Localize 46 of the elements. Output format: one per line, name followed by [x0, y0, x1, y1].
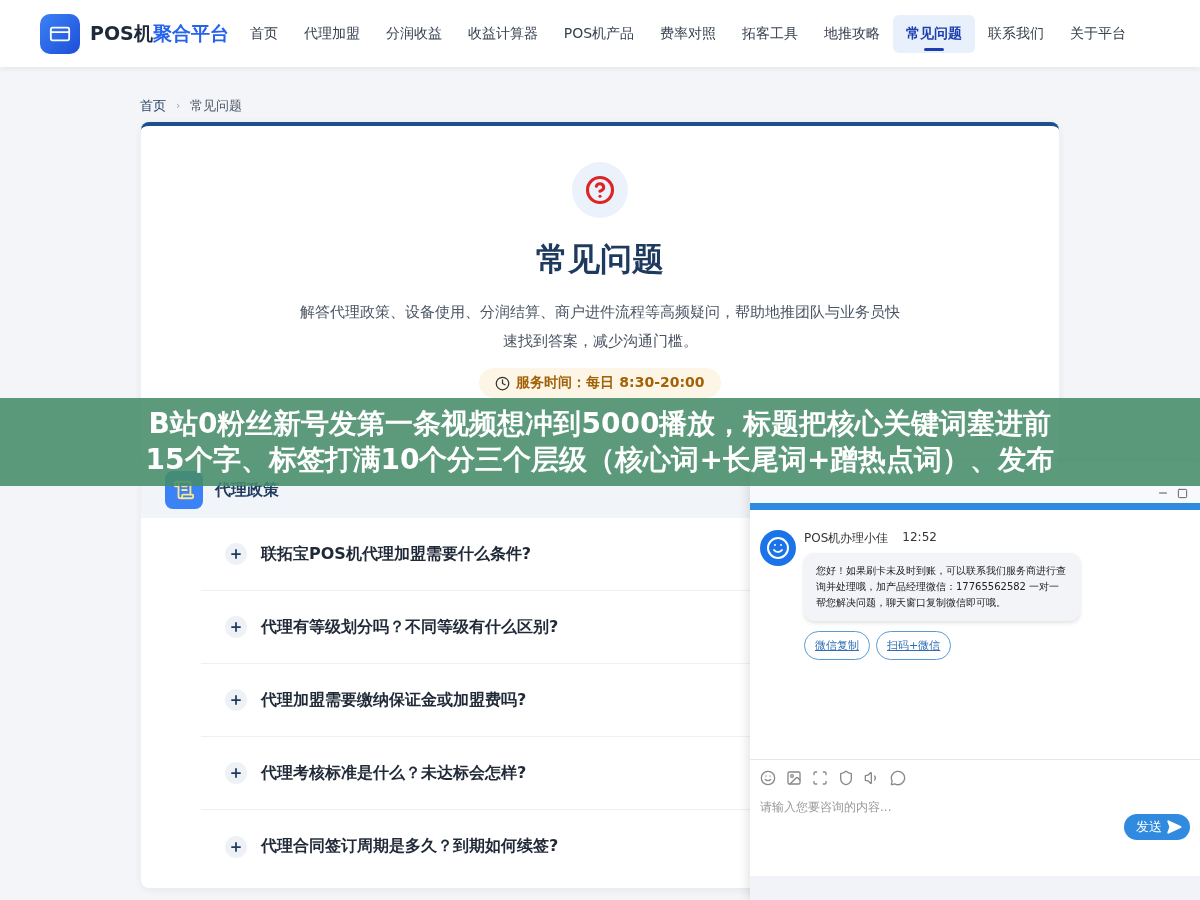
- nav-link[interactable]: POS机产品: [550, 14, 648, 53]
- question-icon: [572, 162, 628, 218]
- emoji-icon[interactable]: [760, 770, 776, 786]
- message-input[interactable]: 请输入您要咨询的内容...: [760, 798, 1060, 816]
- nav-link[interactable]: 首页: [236, 14, 291, 53]
- screenshot-icon[interactable]: [812, 770, 828, 786]
- service-hours-text: 服务时间：每日 8:30-20:00: [516, 374, 705, 392]
- agent-avatar: [760, 530, 796, 566]
- nav-link[interactable]: 地推攻略: [811, 14, 894, 53]
- agent-name: POS机办理小佳: [804, 530, 889, 547]
- maximize-icon[interactable]: [1177, 488, 1188, 499]
- breadcrumb-current: 常见问题: [190, 96, 243, 115]
- breadcrumb-separator: ›: [176, 99, 181, 112]
- chat-bubble-icon[interactable]: [890, 770, 906, 786]
- faq-question[interactable]: 代理考核标准是什么？未达标会怎样?: [261, 762, 527, 784]
- plus-icon[interactable]: [225, 762, 247, 784]
- plus-icon[interactable]: [225, 543, 247, 565]
- nav-link[interactable]: 代理加盟: [290, 14, 373, 53]
- page-title: 常见问题: [536, 239, 664, 280]
- page-description: 解答代理政策、设备使用、分润结算、商户进件流程等高频疑问，帮助地推团队与业务员快速找到答案，减少沟通门槛。: [300, 302, 900, 352]
- nav-link[interactable]: 常见问题: [893, 14, 976, 53]
- nav-link[interactable]: 收益计算器: [454, 14, 551, 53]
- nav-link[interactable]: 联系我们: [975, 14, 1058, 53]
- plus-icon[interactable]: [225, 616, 247, 638]
- message-time: 12:52: [902, 530, 937, 546]
- nav-link[interactable]: 拓客工具: [729, 14, 812, 53]
- banner-text: 15个字、标签打满10个分三个层级（核心词+长尾词+蹭热点词）、发布: [145, 442, 1055, 478]
- card-logo-icon[interactable]: [40, 13, 80, 54]
- nav-link[interactable]: 分润收益: [372, 14, 455, 53]
- send-button[interactable]: 发送: [1124, 814, 1190, 840]
- nav-link[interactable]: 关于平台: [1057, 14, 1140, 53]
- brand-name[interactable]: POS机聚合平台: [90, 20, 229, 47]
- plus-icon[interactable]: [225, 689, 247, 711]
- shield-icon[interactable]: [838, 770, 854, 786]
- faq-question[interactable]: 代理加盟需要缴纳保证金或加盟费吗?: [261, 689, 527, 711]
- nav-link[interactable]: 费率对照: [647, 14, 730, 53]
- breadcrumb-link[interactable]: 首页: [140, 96, 166, 115]
- faq-question[interactable]: 代理合同签订周期是多久？到期如何续签?: [261, 836, 559, 857]
- banner-text: B站0粉丝新号发第一条视频想冲到5000播放，标题把核心关键词塞进前: [148, 406, 1052, 442]
- chat-message: 您好！如果刷卡未及时到账，可以联系我们服务商进行查询并处理哦，加产品经理微信：17765562582 一对一帮您解决问题，聊天窗口复制微信即可哦。: [804, 553, 1080, 621]
- image-icon[interactable]: [786, 770, 802, 786]
- faq-question[interactable]: 代理有等级划分吗？不同等级有什么区别?: [261, 616, 559, 638]
- send-icon: [1166, 819, 1182, 835]
- plus-icon[interactable]: [225, 835, 247, 858]
- clock-icon: [495, 375, 511, 391]
- faq-question[interactable]: 联拓宝POS机代理加盟需要什么条件?: [261, 543, 532, 565]
